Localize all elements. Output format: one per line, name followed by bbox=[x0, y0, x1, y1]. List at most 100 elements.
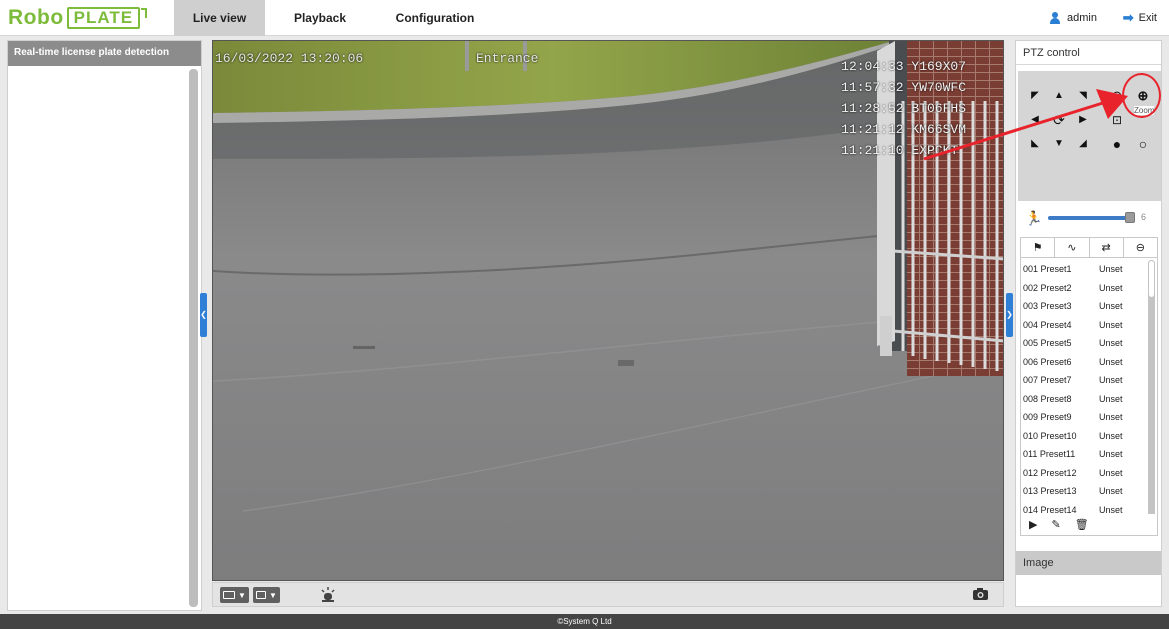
plate-detection-title: Real-time license plate detection bbox=[8, 41, 201, 66]
live-video-view[interactable]: 16/03/2022 13:20:06 Entrance 12:04:33 Y1… bbox=[212, 40, 1004, 581]
preset-status: Unset bbox=[1099, 430, 1123, 441]
preset-scroll-thumb[interactable] bbox=[1148, 260, 1155, 298]
tab-playback[interactable]: Playback bbox=[265, 0, 375, 36]
plate-detection-panel: Real-time license plate detection bbox=[7, 40, 202, 611]
collapse-right-panel-button[interactable]: ❯ bbox=[1006, 293, 1013, 337]
swap-icon[interactable]: ⇄ bbox=[1090, 238, 1124, 257]
preset-name: 011 Preset11 bbox=[1023, 449, 1076, 459]
preset-status: Unset bbox=[1099, 338, 1123, 348]
preset-row[interactable]: 007 Preset7 Unset bbox=[1021, 371, 1149, 390]
left-panel-scrollbar[interactable] bbox=[189, 69, 198, 607]
ptz-down-button[interactable]: ▼ bbox=[1048, 133, 1070, 155]
detection-time: 11:28:52 bbox=[841, 101, 904, 116]
ptz-up-right-button[interactable]: ◥ bbox=[1072, 85, 1094, 107]
iris-open-icon[interactable]: ● bbox=[1106, 133, 1128, 155]
footer: ©System Q Ltd bbox=[0, 614, 1169, 629]
app-root: Robo PLATE Live view Playback Configurat… bbox=[0, 0, 1169, 629]
preset-row[interactable]: 003 Preset3 Unset bbox=[1021, 297, 1149, 316]
preset-row[interactable]: 006 Preset6 Unset bbox=[1021, 353, 1149, 372]
stream-type-button[interactable]: ▼ bbox=[220, 587, 249, 603]
main-nav: Live view Playback Configuration bbox=[174, 0, 495, 36]
collapse-left-panel-button[interactable]: ❮ bbox=[200, 293, 207, 337]
ptz-speed-control: 🏃 6 bbox=[1016, 209, 1163, 229]
image-section-header[interactable]: Image bbox=[1016, 551, 1161, 575]
preset-name: 009 Preset9 bbox=[1023, 412, 1072, 422]
preset-status: Unset bbox=[1099, 282, 1123, 293]
play-icon[interactable]: ▶ bbox=[1029, 518, 1037, 531]
ptz-down-right-button[interactable]: ◢ bbox=[1072, 133, 1094, 155]
preset-status: Unset bbox=[1099, 319, 1123, 330]
preset-panel: ⚑ ∿ ⇄ ⊖ 001 Preset1 Unset 002 Preset2 Unset… bbox=[1020, 237, 1158, 534]
camera-icon[interactable] bbox=[973, 588, 988, 600]
preset-status: Unset bbox=[1099, 375, 1123, 385]
ptz-panel: PTZ control ◤ ▲ ◥ ◀ ⟳ ▶ ◣ ▼ ◢ ⊖ ⊕ ⊡ ● ○ … bbox=[1015, 40, 1162, 607]
flag-icon[interactable]: ⚑ bbox=[1021, 238, 1056, 257]
preset-row[interactable]: 010 Preset10 Unset bbox=[1021, 427, 1149, 446]
preset-name: 008 Preset8 bbox=[1023, 393, 1072, 404]
preset-name: 003 Preset3 bbox=[1023, 301, 1072, 311]
tab-configuration[interactable]: Configuration bbox=[375, 0, 495, 36]
arrow-right-icon: ➡ bbox=[1122, 10, 1134, 25]
iris-close-icon[interactable]: ○ bbox=[1132, 133, 1154, 155]
detection-plate: KM66SVM bbox=[911, 122, 966, 137]
preset-name: 002 Preset2 bbox=[1023, 282, 1072, 293]
preset-name: 012 Preset12 bbox=[1023, 467, 1077, 478]
preset-row[interactable]: 008 Preset8 Unset bbox=[1021, 390, 1149, 409]
osd-camera-name: Entrance bbox=[476, 51, 539, 66]
preset-status: Unset bbox=[1099, 486, 1123, 496]
preset-row[interactable]: 001 Preset1 Unset bbox=[1021, 260, 1149, 279]
preset-row[interactable]: 002 Preset2 Unset bbox=[1021, 279, 1149, 298]
preset-row[interactable]: 013 Preset13 Unset bbox=[1021, 482, 1149, 501]
edit-icon[interactable]: ✎ bbox=[1051, 518, 1060, 531]
detection-plate: YW70WFC bbox=[911, 80, 966, 95]
preset-name: 007 Preset7 bbox=[1023, 375, 1072, 385]
ptz-up-left-button[interactable]: ◤ bbox=[1024, 85, 1046, 107]
detection-row: 12:04:33 Y169X07 bbox=[841, 56, 966, 77]
preset-tabs: ⚑ ∿ ⇄ ⊖ bbox=[1021, 238, 1157, 258]
top-bar: Robo PLATE Live view Playback Configurat… bbox=[0, 0, 1169, 36]
preset-status: Unset bbox=[1099, 393, 1123, 404]
detection-time: 11:21:12 bbox=[841, 122, 904, 137]
video-toolbar: ▼ ▼ bbox=[212, 582, 1004, 607]
ptz-speed-fill bbox=[1048, 216, 1130, 220]
ptz-speed-thumb[interactable] bbox=[1124, 212, 1135, 223]
ptz-auto-rotate-button[interactable]: ⟳ bbox=[1048, 109, 1070, 131]
logo-text-robo: Robo bbox=[8, 6, 64, 29]
preset-list: 001 Preset1 Unset 002 Preset2 Unset 003 Pres… bbox=[1021, 260, 1149, 533]
ptz-left-button[interactable]: ◀ bbox=[1024, 109, 1046, 131]
window-layout-button[interactable]: ▼ bbox=[253, 587, 280, 603]
detection-time: 11:21:10 bbox=[841, 143, 904, 158]
preset-row[interactable]: 012 Preset12 Unset bbox=[1021, 464, 1149, 483]
tab-live-view[interactable]: Live view bbox=[174, 0, 265, 36]
preset-row[interactable]: 009 Preset9 Unset bbox=[1021, 408, 1149, 427]
ptz-down-left-button[interactable]: ◣ bbox=[1024, 133, 1046, 155]
preset-name: 001 Preset1 bbox=[1023, 264, 1072, 274]
preset-row[interactable]: 004 Preset4 Unset bbox=[1021, 316, 1149, 335]
preset-scrollbar[interactable] bbox=[1148, 260, 1155, 530]
osd-plate-detections: 12:04:33 Y169X07 11:57:32 YW70WFC 11:28:… bbox=[841, 56, 966, 161]
preset-row[interactable]: 005 Preset5 Unset bbox=[1021, 334, 1149, 353]
detection-row: 11:21:12 KM66SVM bbox=[841, 119, 966, 140]
trash-icon[interactable]: 🗑 bbox=[1075, 518, 1089, 531]
detection-row: 11:21:10 EXPCKT bbox=[841, 140, 966, 161]
preset-row[interactable]: 011 Preset11 Unset bbox=[1021, 445, 1149, 464]
path-icon[interactable]: ∿ bbox=[1055, 238, 1090, 257]
chevron-down-icon: ▼ bbox=[238, 590, 246, 600]
user-menu[interactable]: admin bbox=[1049, 0, 1097, 36]
siren-icon[interactable] bbox=[320, 586, 336, 604]
window-layout-icon bbox=[256, 591, 266, 599]
ptz-up-button[interactable]: ▲ bbox=[1048, 85, 1070, 107]
running-person-icon: 🏃 bbox=[1025, 210, 1043, 226]
detection-plate: EXPCKT bbox=[911, 143, 959, 158]
preset-name: 006 Preset6 bbox=[1023, 356, 1072, 367]
exit-button[interactable]: ➡ Exit bbox=[1123, 0, 1157, 36]
ptz-right-button[interactable]: ▶ bbox=[1072, 109, 1094, 131]
preset-name: 013 Preset13 bbox=[1023, 486, 1077, 496]
focus-icon[interactable]: ⊡ bbox=[1106, 109, 1128, 131]
detection-time: 11:57:32 bbox=[841, 80, 904, 95]
preset-status: Unset bbox=[1099, 412, 1123, 422]
link-icon[interactable]: ⊖ bbox=[1124, 238, 1157, 257]
detection-plate: BT06FHS bbox=[911, 101, 966, 116]
detection-row: 11:28:52 BT06FHS bbox=[841, 98, 966, 119]
ptz-speed-slider[interactable] bbox=[1048, 212, 1135, 223]
